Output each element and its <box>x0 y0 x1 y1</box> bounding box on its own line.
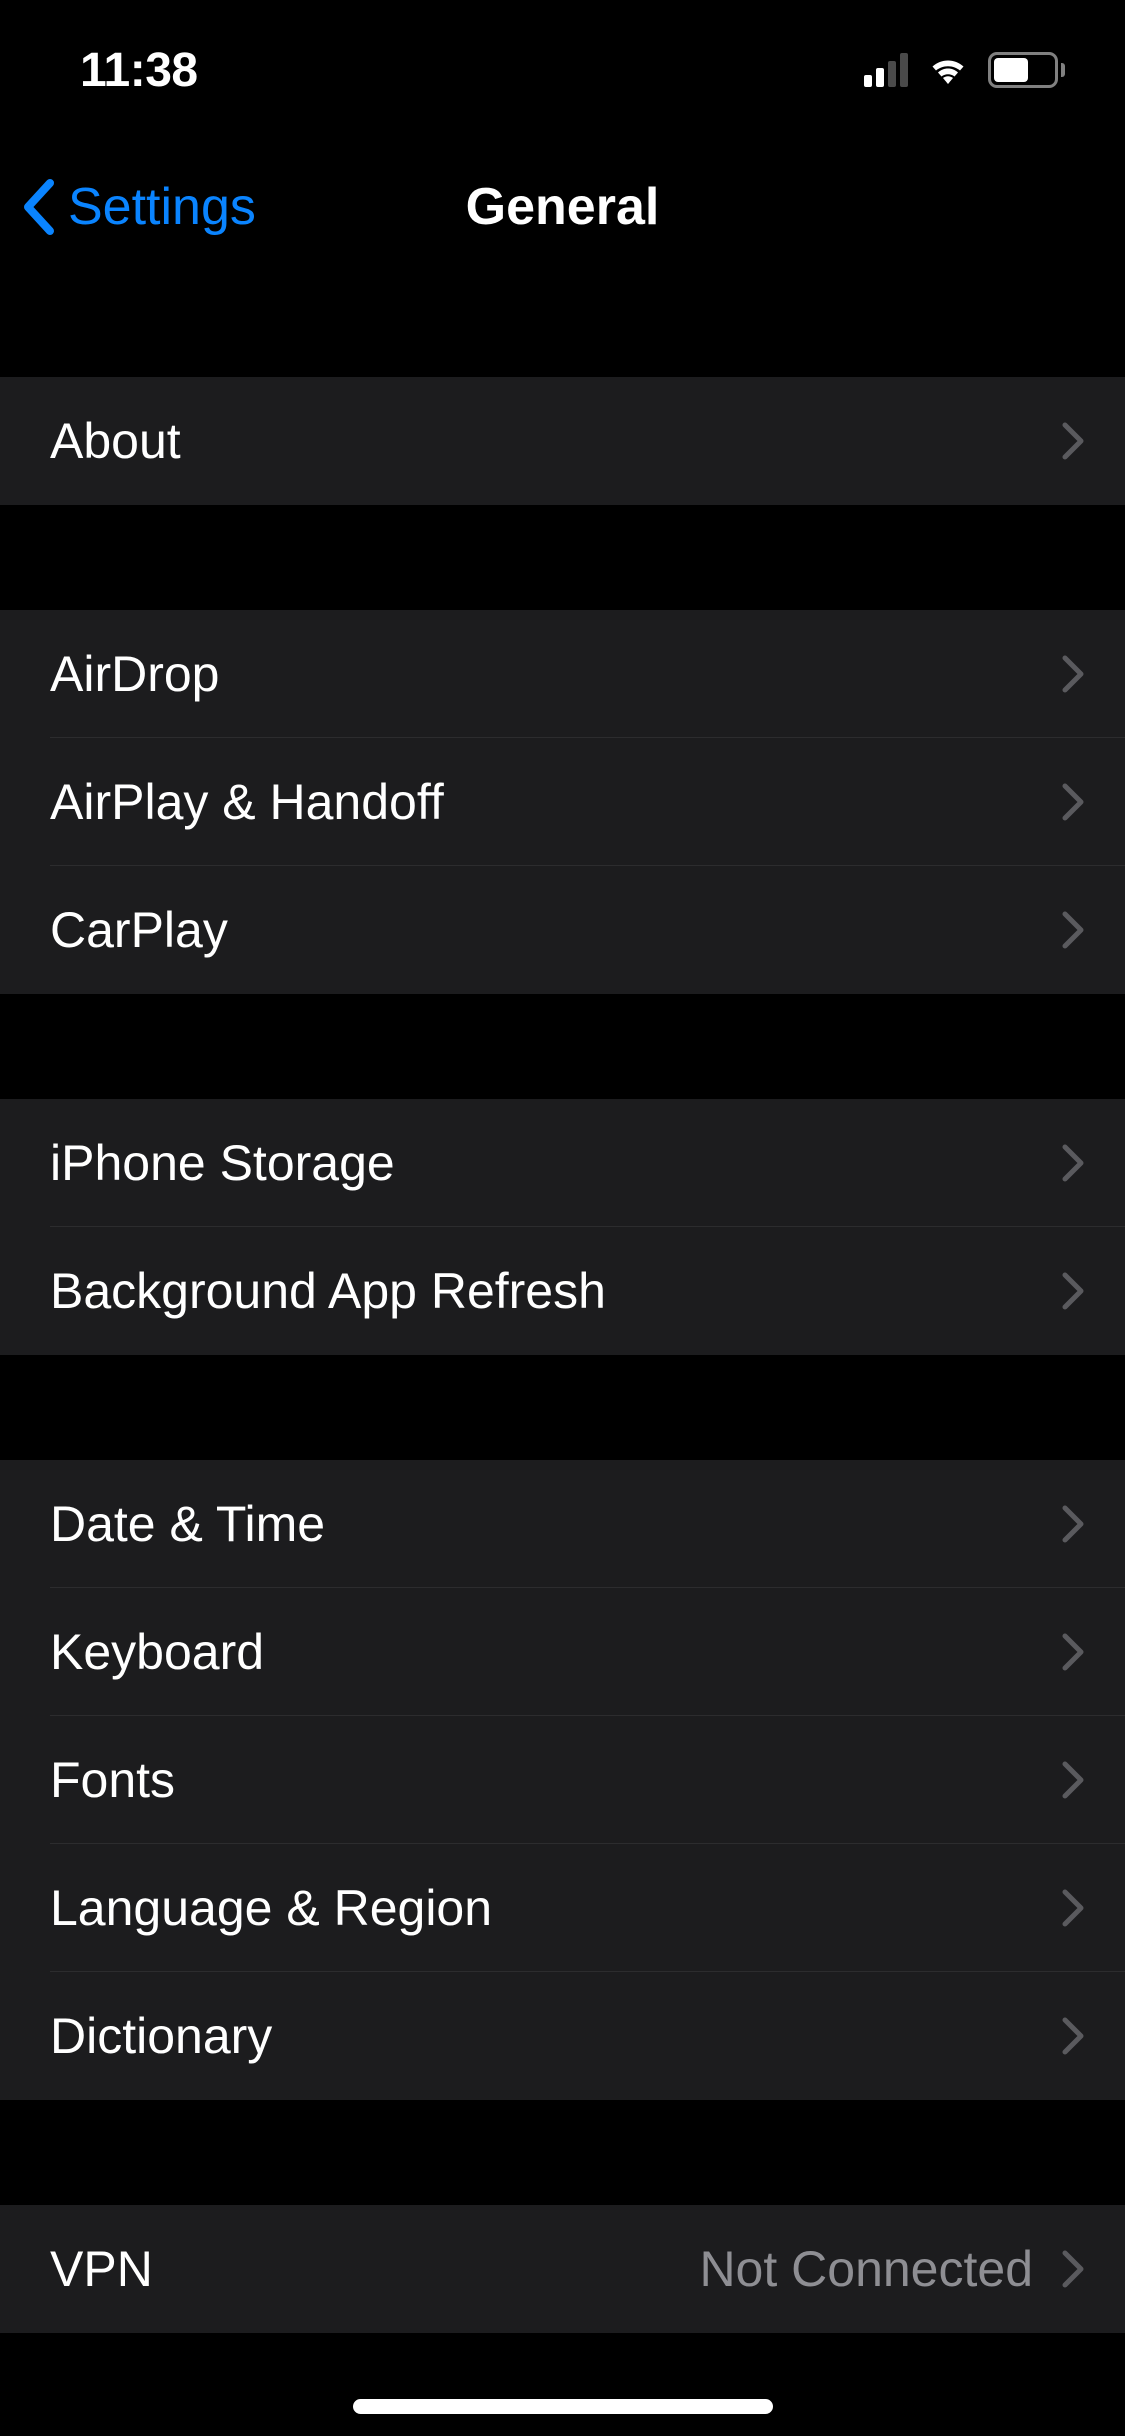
cell-language-region[interactable]: Language & Region <box>0 1844 1125 1972</box>
chevron-right-icon <box>1061 910 1085 950</box>
chevron-right-icon <box>1061 1760 1085 1800</box>
cell-airdrop[interactable]: AirDrop <box>0 610 1125 738</box>
navigation-bar: Settings General <box>0 140 1125 275</box>
settings-list: About AirDrop AirPlay & Handoff CarPlay … <box>0 275 1125 2333</box>
cell-label: Dictionary <box>50 2007 1061 2065</box>
group-spacer <box>0 2100 1125 2205</box>
chevron-right-icon <box>1061 1143 1085 1183</box>
chevron-right-icon <box>1061 1888 1085 1928</box>
cell-keyboard[interactable]: Keyboard <box>0 1588 1125 1716</box>
chevron-right-icon <box>1061 654 1085 694</box>
cell-iphone-storage[interactable]: iPhone Storage <box>0 1099 1125 1227</box>
cell-airplay-handoff[interactable]: AirPlay & Handoff <box>0 738 1125 866</box>
status-icons <box>864 52 1065 88</box>
home-indicator[interactable] <box>353 2399 773 2414</box>
chevron-right-icon <box>1061 1504 1085 1544</box>
chevron-right-icon <box>1061 2249 1085 2289</box>
cell-dictionary[interactable]: Dictionary <box>0 1972 1125 2100</box>
cell-label: Language & Region <box>50 1879 1061 1937</box>
cell-label: VPN <box>50 2240 699 2298</box>
cell-label: About <box>50 412 1061 470</box>
chevron-right-icon <box>1061 421 1085 461</box>
back-label: Settings <box>68 177 256 237</box>
status-bar: 11:38 <box>0 0 1125 140</box>
cell-label: iPhone Storage <box>50 1134 1061 1192</box>
cell-label: AirDrop <box>50 645 1061 703</box>
cell-label: Fonts <box>50 1751 1061 1809</box>
cell-label: Date & Time <box>50 1495 1061 1553</box>
chevron-right-icon <box>1061 1271 1085 1311</box>
cell-label: CarPlay <box>50 901 1061 959</box>
group-spacer <box>0 1355 1125 1460</box>
cell-label: Background App Refresh <box>50 1262 1061 1320</box>
group-spacer <box>0 505 1125 610</box>
cell-fonts[interactable]: Fonts <box>0 1716 1125 1844</box>
battery-icon <box>988 52 1065 88</box>
chevron-right-icon <box>1061 1632 1085 1672</box>
wifi-icon <box>924 52 972 88</box>
cell-label: Keyboard <box>50 1623 1061 1681</box>
chevron-right-icon <box>1061 782 1085 822</box>
cell-vpn[interactable]: VPN Not Connected <box>0 2205 1125 2333</box>
cell-value: Not Connected <box>699 2240 1033 2298</box>
cell-background-app-refresh[interactable]: Background App Refresh <box>0 1227 1125 1355</box>
group-spacer <box>0 275 1125 377</box>
chevron-right-icon <box>1061 2016 1085 2056</box>
cell-date-time[interactable]: Date & Time <box>0 1460 1125 1588</box>
group-spacer <box>0 994 1125 1099</box>
page-title: General <box>466 177 660 237</box>
back-button[interactable]: Settings <box>0 140 256 274</box>
cell-label: AirPlay & Handoff <box>50 773 1061 831</box>
cellular-signal-icon <box>864 53 908 87</box>
status-time: 11:38 <box>80 43 198 98</box>
chevron-left-icon <box>20 177 58 237</box>
cell-about[interactable]: About <box>0 377 1125 505</box>
cell-carplay[interactable]: CarPlay <box>0 866 1125 994</box>
